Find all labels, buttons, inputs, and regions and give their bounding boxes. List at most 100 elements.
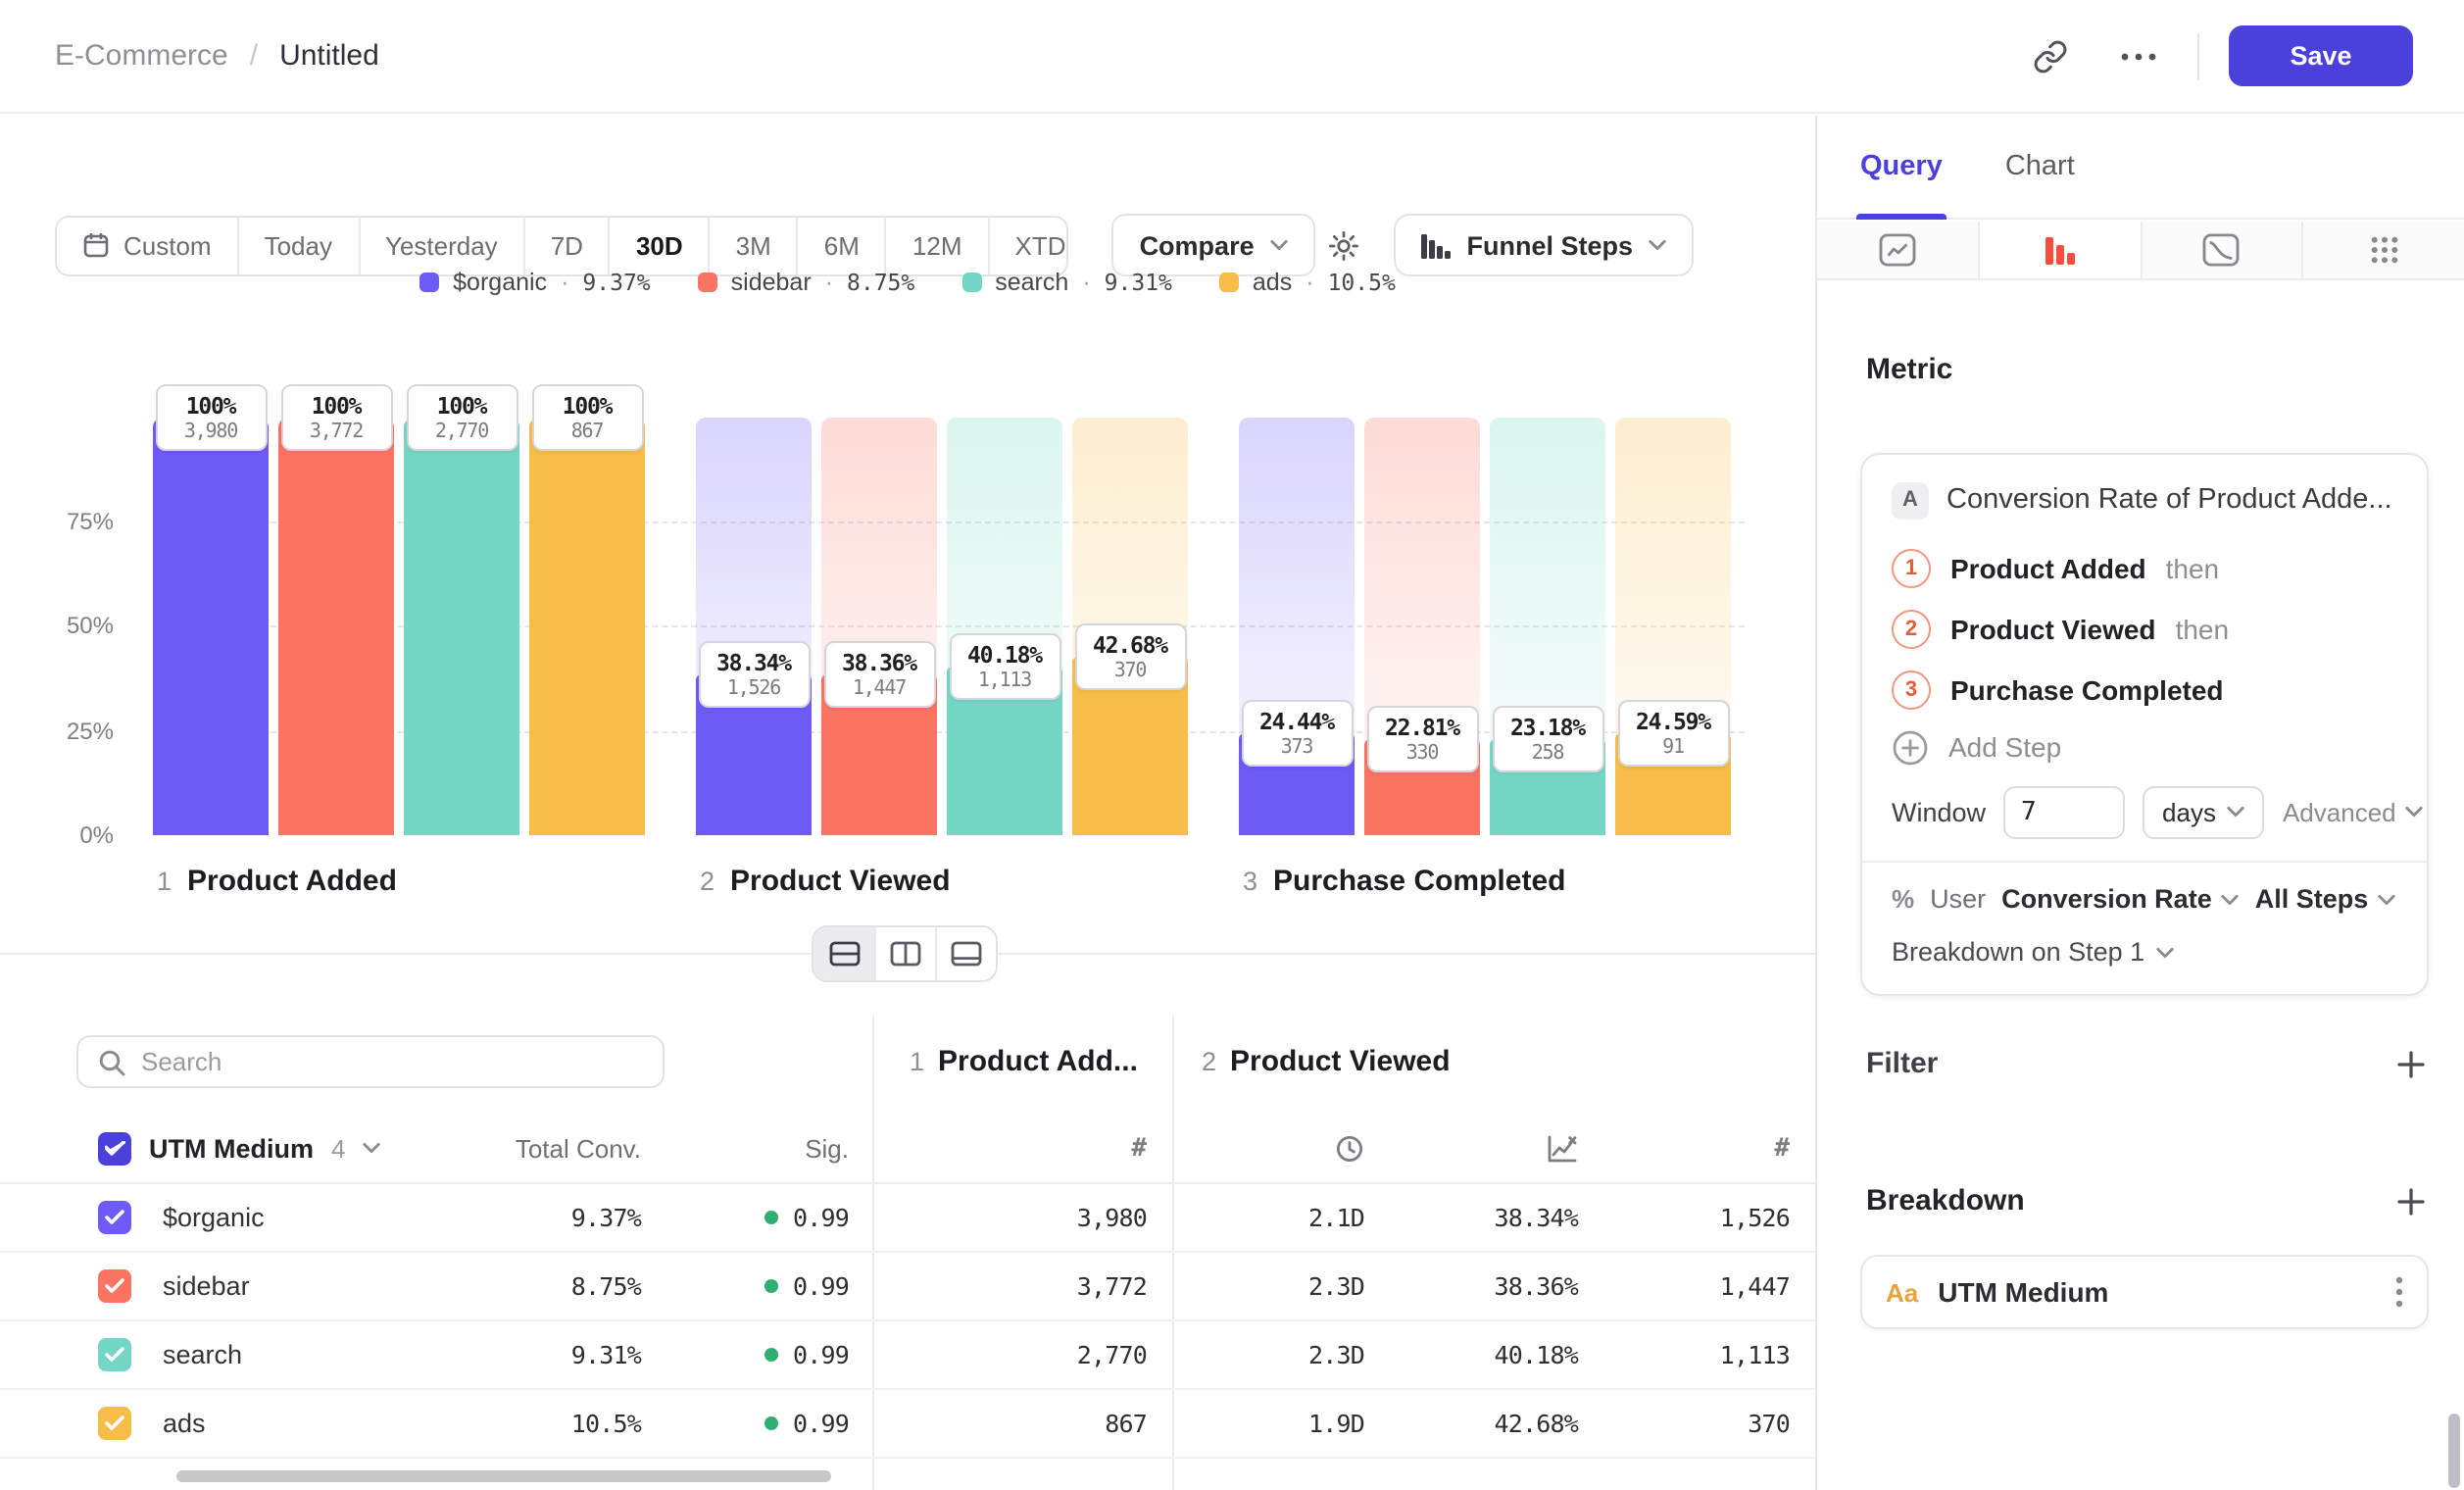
chevron-down-icon: [2378, 893, 2395, 905]
row-checkbox[interactable]: [98, 1201, 131, 1234]
breadcrumb-report-title[interactable]: Untitled: [279, 39, 379, 73]
y-axis-tick: 75%: [31, 508, 114, 535]
bar-value-label: 38.34%1,526: [698, 642, 810, 709]
funnel-bar[interactable]: 24.44%373: [1239, 418, 1355, 835]
window-value-input[interactable]: [2003, 785, 2125, 838]
group-column-label: UTM Medium: [149, 1133, 314, 1163]
funnel-chart-icon: [2044, 234, 2075, 266]
row-step2-avg-time: 1.9D: [1308, 1409, 1364, 1438]
funnel-bar[interactable]: 100%2,770: [404, 418, 519, 835]
plus-icon: [2397, 1050, 2425, 1077]
funnel-bar[interactable]: 24.59%91: [1615, 418, 1731, 835]
metric-section-heading: Metric: [1866, 353, 1952, 386]
y-axis-tick: 0%: [31, 821, 114, 849]
tab-chart[interactable]: Chart: [2005, 116, 2075, 218]
row-step1-count: 2,770: [1077, 1340, 1147, 1369]
bar-value-label: 100%3,772: [280, 384, 392, 451]
chart-type-retention-tab[interactable]: [2140, 222, 2302, 278]
add-breakdown-button[interactable]: [2397, 1187, 2425, 1215]
funnel-step-row-3[interactable]: 3 Purchase Completed: [1892, 659, 2397, 720]
row-step2-count: 1,447: [1720, 1271, 1790, 1301]
count-metric-icon[interactable]: #: [1774, 1133, 1790, 1163]
significance-dot: [765, 1211, 779, 1224]
metric-title-row[interactable]: A Conversion Rate of Product Adde...: [1892, 480, 2397, 520]
step-number-badge: 3: [1892, 670, 1931, 709]
breakdown-item-card[interactable]: Aa UTM Medium: [1860, 1255, 2429, 1329]
sig-header[interactable]: Sig.: [805, 1133, 849, 1163]
funnel-bar[interactable]: 38.36%1,447: [821, 418, 937, 835]
add-filter-button[interactable]: [2397, 1050, 2425, 1077]
row-total-conv: 10.5%: [571, 1409, 641, 1438]
table-row[interactable]: sidebar8.75%0.993,7722.3D38.36%1,447: [0, 1253, 1815, 1321]
row-checkbox[interactable]: [98, 1407, 131, 1440]
funnel-step-row-1[interactable]: 1 Product Added then: [1892, 537, 2397, 598]
check-icon: [104, 1346, 125, 1364]
measure-scope-dropdown[interactable]: All Steps: [2255, 884, 2396, 914]
avg-time-metric-icon[interactable]: [1335, 1133, 1364, 1163]
bar-value-label: 100%3,980: [155, 384, 267, 451]
more-options-button[interactable]: [2109, 26, 2168, 85]
bar-value-label: 23.18%258: [1492, 705, 1603, 771]
panel-scrollbar[interactable]: [2448, 1414, 2460, 1488]
advanced-dropdown[interactable]: Advanced: [2283, 797, 2424, 826]
tab-query[interactable]: Query: [1860, 116, 1943, 218]
layout-split-horizontal-button[interactable]: [813, 927, 874, 980]
row-checkbox[interactable]: [98, 1338, 131, 1371]
breakdown-item-label: UTM Medium: [1938, 1276, 2108, 1308]
funnel-bar-fill: [278, 418, 394, 835]
layout-bottom-panel-button[interactable]: [935, 927, 996, 980]
funnel-step-row-2[interactable]: 2 Product Viewed then: [1892, 598, 2397, 659]
layout-split-vertical-button[interactable]: [874, 927, 935, 980]
group-column-header[interactable]: UTM Medium 4: [98, 1131, 380, 1165]
select-all-checkbox[interactable]: [98, 1131, 131, 1165]
bar-value-label: 38.36%1,447: [823, 642, 935, 709]
conversion-chart-metric-icon[interactable]: [1547, 1133, 1578, 1163]
total-conv-header[interactable]: Total Conv.: [516, 1133, 641, 1163]
horizontal-scrollbar[interactable]: [176, 1470, 831, 1482]
breadcrumb-project[interactable]: E-Commerce: [55, 39, 228, 73]
bar-value-label: 100%2,770: [406, 384, 517, 451]
funnel-step-group: 24.44%37322.81%33023.18%25824.59%91: [1239, 418, 1731, 835]
table-row[interactable]: ads10.5%0.998671.9D42.68%370: [0, 1390, 1815, 1459]
table-subheader: UTM Medium 4 Total Conv. Sig. # #: [0, 1114, 1815, 1184]
row-name: search: [163, 1340, 242, 1369]
step-event-name: Product Viewed: [1950, 613, 2156, 644]
funnel-bar[interactable]: 40.18%1,113: [947, 418, 1062, 835]
step-number-badge: 1: [1892, 548, 1931, 587]
table-row[interactable]: search9.31%0.992,7702.3D40.18%1,113: [0, 1321, 1815, 1390]
row-total-conv: 9.31%: [571, 1340, 641, 1369]
add-step-button[interactable]: Add Step: [1892, 720, 2397, 774]
funnel-bar[interactable]: 38.34%1,526: [696, 418, 812, 835]
measure-type-dropdown[interactable]: Conversion Rate: [2001, 884, 2240, 914]
row-checkbox[interactable]: [98, 1269, 131, 1303]
measure-user-label[interactable]: User: [1930, 884, 1986, 914]
share-link-button[interactable]: [2021, 26, 2080, 85]
window-unit-dropdown[interactable]: days: [2143, 785, 2265, 838]
chevron-down-icon: [2228, 806, 2245, 818]
funnel-bar[interactable]: 22.81%330: [1364, 418, 1480, 835]
row-step2-rate: 42.68%: [1494, 1409, 1578, 1438]
chart-type-grid-tab[interactable]: [2302, 222, 2464, 278]
table-row[interactable]: $organic9.37%0.993,9802.1D38.34%1,526: [0, 1184, 1815, 1253]
funnel-bar[interactable]: 100%3,980: [153, 418, 269, 835]
funnel-step-group: 100%3,980100%3,772100%2,770100%867: [153, 418, 645, 835]
chart-type-insights-tab[interactable]: [1817, 222, 1978, 278]
funnel-bar[interactable]: 23.18%258: [1490, 418, 1605, 835]
bottom-panel-icon: [951, 941, 982, 967]
step-event-name: Purchase Completed: [1950, 673, 2224, 705]
breakdown-on-step-dropdown[interactable]: Breakdown on Step 1: [1892, 933, 2397, 970]
save-button[interactable]: Save: [2229, 25, 2413, 86]
plus-icon: [2397, 1187, 2425, 1215]
search-input[interactable]: [141, 1047, 643, 1076]
row-step2-count: 370: [1748, 1409, 1790, 1438]
group-count: 4: [331, 1133, 345, 1163]
chart-type-funnel-tab[interactable]: [1978, 222, 2141, 278]
filter-section: Filter: [1866, 1047, 2425, 1080]
y-axis-tick: 50%: [31, 612, 114, 639]
funnel-bar[interactable]: 100%867: [529, 418, 645, 835]
funnel-bar[interactable]: 42.68%370: [1072, 418, 1188, 835]
breakdown-item-menu-button[interactable]: [2395, 1276, 2403, 1308]
funnel-bar[interactable]: 100%3,772: [278, 418, 394, 835]
count-metric-icon[interactable]: #: [1131, 1133, 1147, 1163]
step-name: Product Add...: [938, 1045, 1138, 1078]
